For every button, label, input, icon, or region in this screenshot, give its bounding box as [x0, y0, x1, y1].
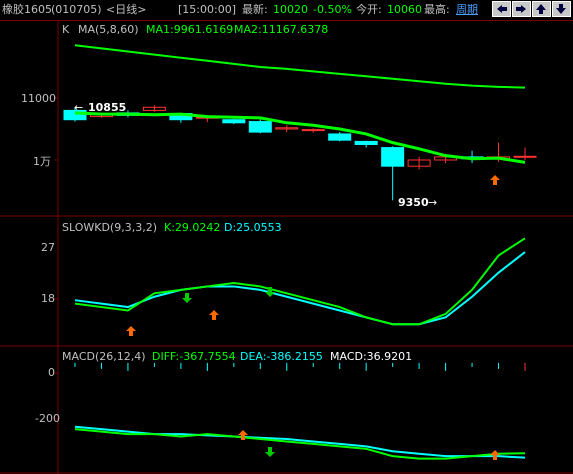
kd-tick-18: 18 — [41, 292, 55, 305]
price-tick-10000: 1万 — [33, 155, 51, 168]
down-icon[interactable] — [552, 1, 571, 17]
open-value: 10060 — [387, 3, 422, 16]
macd-tick-neg200: -200 — [35, 412, 60, 425]
macd-tick-0: 0 — [48, 366, 55, 379]
chart-grid — [0, 20, 573, 474]
ma1-series — [74, 111, 526, 164]
latest-value: 10020 — [273, 3, 308, 16]
candle-body — [328, 133, 352, 141]
period-label: <日线> — [106, 3, 147, 16]
time-label: [15:00:00] — [178, 3, 236, 16]
ma1-line — [74, 111, 526, 164]
buy-arrow-icon — [126, 326, 136, 336]
macd-dea-label: DEA:-386.2155 — [240, 350, 323, 363]
macd-diff-label: DIFF:-367.7554 — [152, 350, 236, 363]
buy-arrow-icon — [490, 450, 500, 460]
up-icon[interactable] — [532, 1, 551, 17]
macd-lines — [74, 362, 526, 460]
kline-title: K — [62, 23, 70, 36]
symbol-name: 橡胶1605 — [2, 3, 52, 16]
kd-title: SLOWKD(9,3,3,2) — [62, 221, 158, 234]
high-marker: 10855 — [88, 101, 127, 114]
period-link[interactable]: 周期 — [456, 3, 478, 17]
next-icon[interactable] — [512, 1, 531, 17]
kd-tick-27: 27 — [41, 241, 55, 254]
candle-body — [301, 129, 325, 132]
price-tick-11000: 11000 — [21, 92, 56, 105]
prev-icon[interactable] — [492, 1, 511, 17]
buy-arrow-icon — [209, 310, 219, 320]
macd-value-label: MACD:36.9201 — [330, 350, 413, 363]
kd-d-series — [74, 251, 526, 326]
open-label: 今开: — [356, 3, 382, 16]
candle-body — [381, 147, 405, 167]
candle-body — [513, 155, 537, 158]
candlesticks — [63, 105, 537, 201]
candle-body — [222, 119, 246, 124]
low-marker-arrow: → — [428, 196, 438, 209]
macd-diff-series — [74, 428, 526, 460]
latest-label: 最新: — [242, 3, 268, 16]
high-marker-arrow: ← — [74, 101, 84, 114]
symbol-code: (010705) — [51, 3, 102, 16]
chart-area — [0, 20, 573, 474]
buy-arrow-icon — [490, 175, 500, 185]
sell-arrow-icon — [265, 447, 275, 457]
kd-d-label: D:25.0553 — [224, 221, 282, 234]
ma-params: MA(5,8,60) — [78, 23, 139, 36]
kd-k-label: K:29.0242 — [164, 221, 221, 234]
change-pct: -0.50% — [313, 3, 352, 16]
candle-body — [354, 140, 378, 146]
ma2-line — [74, 44, 526, 89]
ma1-label: MA1:9961.6169 — [146, 23, 234, 36]
kd-k-series — [74, 237, 526, 326]
sell-arrow-icon — [182, 293, 192, 303]
macd-title: MACD(26,12,4) — [62, 350, 146, 363]
ma2-label: MA2:11167.6378 — [234, 23, 329, 36]
ma2-series — [74, 44, 526, 89]
kd-lines — [74, 237, 526, 326]
candle-body — [248, 121, 272, 133]
low-marker: 9350 — [398, 196, 429, 209]
high-label: 最高: — [424, 3, 450, 16]
toolbar: 橡胶1605 (010705) <日线> [15:00:00] 最新: 1002… — [0, 0, 573, 21]
